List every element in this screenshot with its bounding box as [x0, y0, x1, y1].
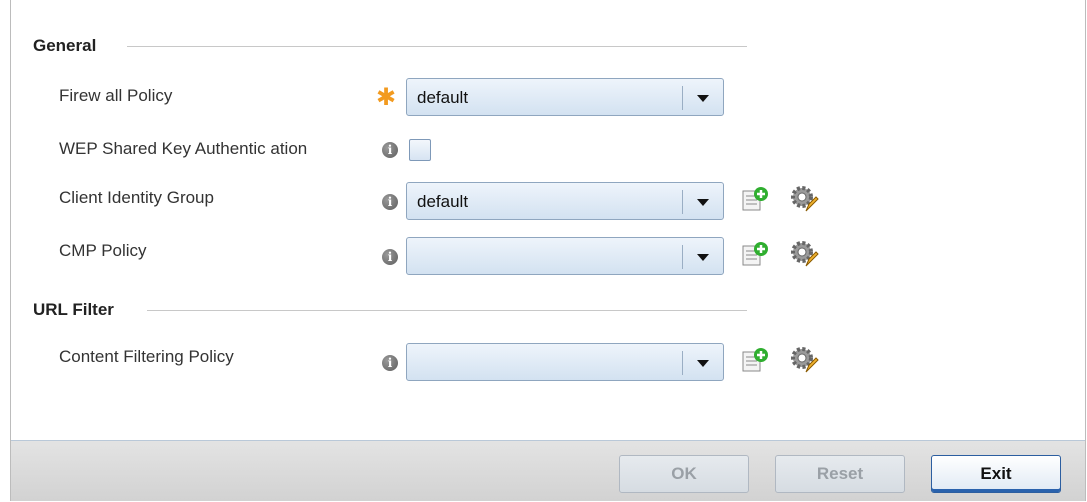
- section-divider: [127, 46, 747, 47]
- chevron-down-icon: [697, 360, 709, 367]
- firewall-policy-select[interactable]: default: [406, 78, 724, 116]
- chevron-down-icon: [697, 199, 709, 206]
- info-icon[interactable]: i: [382, 355, 398, 371]
- select-value: default: [417, 192, 469, 211]
- add-policy-icon[interactable]: [741, 347, 769, 373]
- select-separator: [682, 86, 683, 110]
- content-filtering-policy-select[interactable]: [406, 343, 724, 381]
- select-separator: [682, 190, 683, 214]
- info-icon[interactable]: i: [382, 142, 398, 158]
- wep-shared-key-label: WEP Shared Key Authentic ation: [59, 139, 308, 158]
- add-policy-icon[interactable]: [741, 186, 769, 212]
- chevron-down-icon: [697, 95, 709, 102]
- required-star-icon: ✱: [376, 84, 397, 111]
- client-identity-group-label: Client Identity Group: [59, 188, 214, 207]
- info-icon[interactable]: i: [382, 249, 398, 265]
- info-icon[interactable]: i: [382, 194, 398, 210]
- gear-edit-icon[interactable]: [789, 345, 819, 375]
- client-identity-group-select[interactable]: default: [406, 182, 724, 220]
- section-divider: [147, 310, 747, 311]
- add-policy-icon[interactable]: [741, 241, 769, 267]
- gear-edit-icon[interactable]: [789, 184, 819, 214]
- chevron-down-icon: [697, 254, 709, 261]
- dialog-footer: OK Reset Exit: [11, 440, 1085, 501]
- cmp-policy-select[interactable]: [406, 237, 724, 275]
- ok-button[interactable]: OK: [619, 455, 749, 493]
- select-value: default: [417, 88, 469, 107]
- content-filtering-policy-label: Content Filtering Policy: [59, 347, 234, 366]
- select-separator: [682, 245, 683, 269]
- section-title-general: General: [33, 36, 97, 55]
- cmp-policy-label: CMP Policy: [59, 241, 147, 260]
- policy-settings-dialog: General Firew all Policy ✱ default WEP S…: [10, 0, 1086, 501]
- reset-button[interactable]: Reset: [775, 455, 905, 493]
- gear-edit-icon[interactable]: [789, 239, 819, 269]
- exit-button[interactable]: Exit: [931, 455, 1061, 493]
- firewall-policy-label: Firew all Policy: [59, 86, 173, 105]
- select-separator: [682, 351, 683, 375]
- wep-shared-key-checkbox[interactable]: [409, 139, 431, 161]
- section-title-url-filter: URL Filter: [33, 300, 114, 319]
